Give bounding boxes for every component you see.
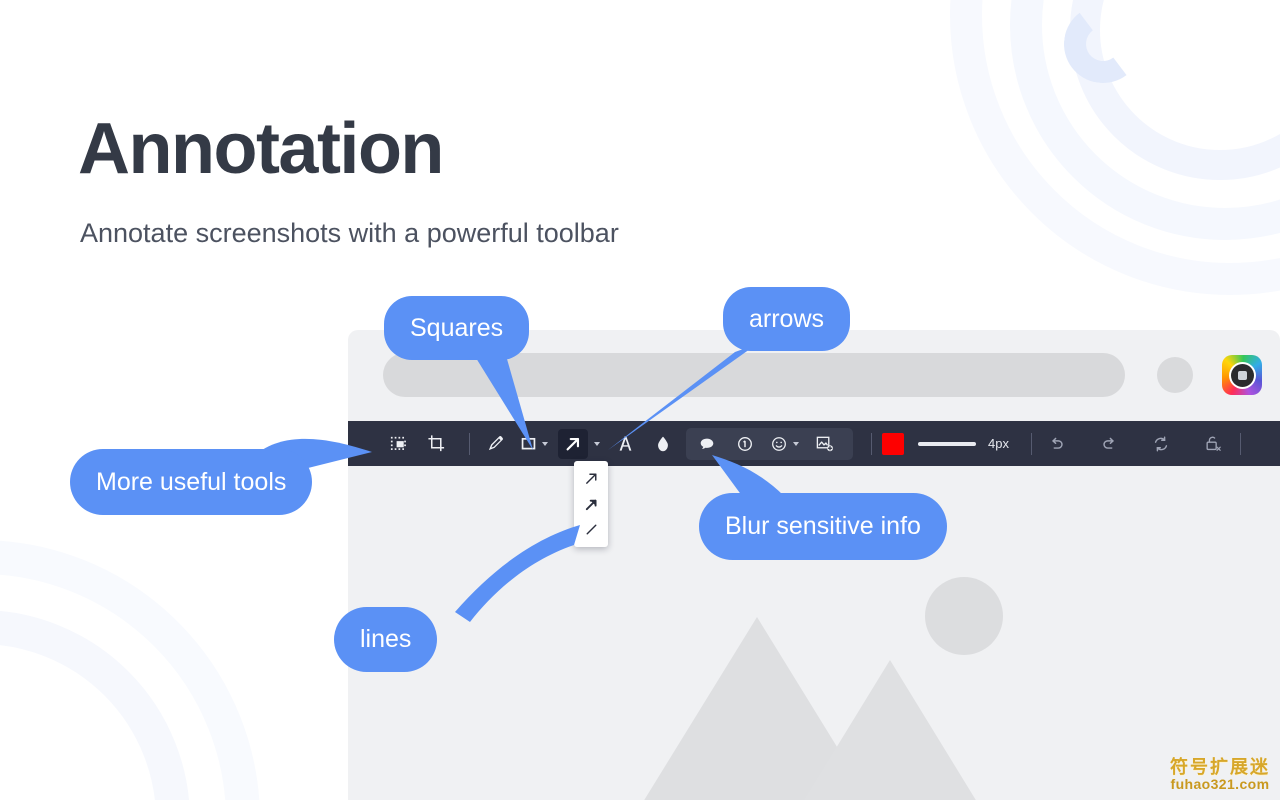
callout-squares-label: Squares [410,313,504,342]
emoji-sticker-icon [772,436,786,451]
numbered-step-icon[interactable] [730,429,760,459]
image-placeholder-graphic [595,565,1055,800]
toolbar-divider-2 [871,432,872,455]
toolbar-divider-1 [469,432,470,455]
camera-lens-mid [1230,363,1254,387]
watermark-cn-text: 符号扩展迷 [1170,757,1270,778]
callout-more-tools-label: More useful tools [96,467,287,496]
callout-squares: Squares [384,296,530,360]
stroke-width-slider[interactable] [918,441,976,446]
arrow-icon [566,437,580,450]
callout-arrows-label: arrows [749,304,825,333]
pen-icon[interactable] [480,429,510,459]
camera-lens-inner [1237,370,1247,380]
chevron-down-icon[interactable] [542,441,548,446]
callout-blur: Blur sensitive info [699,493,947,560]
arrow-up-right-icon[interactable] [578,467,604,491]
camera-app-icon[interactable] [1222,355,1262,395]
toolbar-divider-3 [1030,432,1032,455]
camera-lens-outer [1228,361,1256,389]
marquee-select-icon[interactable] [383,429,413,459]
redo-icon[interactable] [1094,429,1124,459]
reset-icon[interactable] [1146,429,1176,459]
droplet-blur-icon[interactable] [648,429,678,459]
emoji-sticker-tool[interactable] [768,429,801,459]
annotation-toolbar: 4px [348,421,1280,466]
arrow-solid-icon[interactable] [578,492,604,516]
text-icon[interactable] [610,429,640,459]
stroke-color-swatch[interactable] [882,432,904,455]
lock-off-icon[interactable] [1198,429,1228,459]
arrow-tool[interactable] [558,428,588,459]
callout-lines-label: lines [360,625,412,653]
placeholder-sun-icon [925,577,1003,655]
undo-icon[interactable] [1042,429,1072,459]
toolbar-divider-4 [1239,432,1241,455]
chevron-down-icon-arrow[interactable] [594,441,600,446]
square-icon [521,437,536,450]
placeholder-mountain-right [795,660,985,800]
crop-icon[interactable] [421,429,451,459]
screenshot-stage: Annotation Annotate screenshots with a p… [0,0,1280,800]
arrow-style-dropdown[interactable] [574,461,608,547]
watermark: 符号扩展迷 fuhao321.com [1170,758,1270,792]
callout-more-tools: More useful tools [70,449,313,515]
add-image-icon[interactable] [809,429,839,459]
stroke-width-label: 4px [988,436,1009,451]
annotation-extras-group [686,427,853,460]
mockup-avatar-placeholder [1157,357,1193,393]
callout-blur-label: Blur sensitive info [725,512,921,540]
watermark-url-text: fuhao321.com [1170,776,1270,793]
line-icon[interactable] [578,518,604,542]
callout-arrows: arrows [723,287,851,351]
speech-bubble-icon[interactable] [692,429,722,459]
page-subtitle: Annotate screenshots with a powerful too… [80,218,619,248]
chevron-down-icon-sticker[interactable] [793,441,799,446]
callout-lines: lines [334,607,438,672]
square-tool[interactable] [518,429,550,459]
page-title: Annotation [78,109,444,189]
